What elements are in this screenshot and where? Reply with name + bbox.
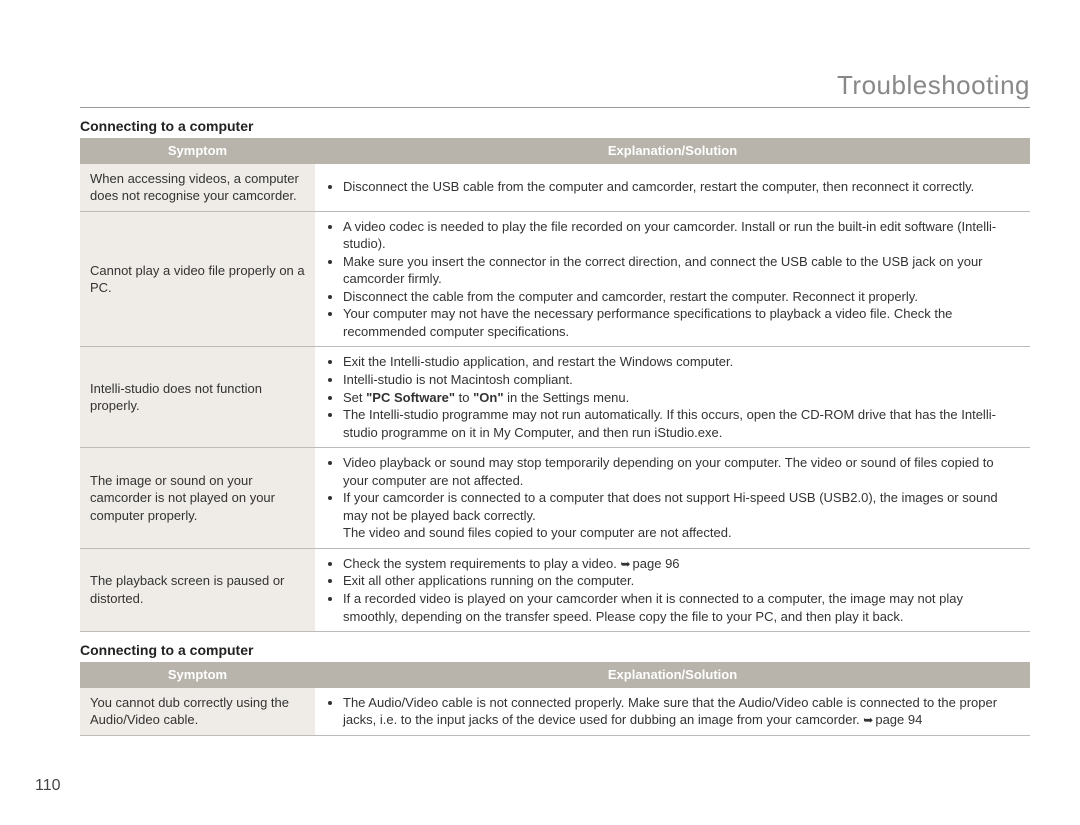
bullet: Exit all other applications running on t… [343, 572, 1020, 590]
bullet: Intelli-studio is not Macintosh complian… [343, 371, 1020, 389]
solution-cell: Video playback or sound may stop tempora… [315, 448, 1030, 549]
table-row: The image or sound on your camcorder is … [80, 448, 1030, 549]
solution-cell: Check the system requirements to play a … [315, 548, 1030, 631]
troubleshooting-table-2: Symptom Explanation/Solution You cannot … [80, 662, 1030, 736]
bullet: Check the system requirements to play a … [343, 555, 1020, 573]
troubleshooting-table-1: Symptom Explanation/Solution When access… [80, 138, 1030, 632]
bullet: Disconnect the USB cable from the comput… [343, 178, 1020, 196]
page-ref: page 94 [875, 712, 922, 727]
symptom-cell: You cannot dub correctly using the Audio… [80, 688, 315, 736]
table-row: The playback screen is paused or distort… [80, 548, 1030, 631]
symptom-cell: Intelli-studio does not function properl… [80, 347, 315, 448]
chapter-title: Troubleshooting [80, 70, 1030, 101]
bullet: Make sure you insert the connector in th… [343, 253, 1020, 288]
bullet: If a recorded video is played on your ca… [343, 590, 1020, 625]
text: Check the system requirements to play a … [343, 556, 620, 571]
section-heading-2: Connecting to a computer [80, 642, 1030, 658]
bullet: The Audio/Video cable is not connected p… [343, 694, 1020, 729]
bullet: A video codec is needed to play the file… [343, 218, 1020, 253]
solution-cell: Exit the Intelli-studio application, and… [315, 347, 1030, 448]
title-rule [80, 107, 1030, 108]
symptom-cell: When accessing videos, a computer does n… [80, 164, 315, 212]
symptom-cell: Cannot play a video file properly on a P… [80, 211, 315, 347]
col-symptom-header: Symptom [80, 138, 315, 164]
symptom-cell: The playback screen is paused or distort… [80, 548, 315, 631]
table-row: Intelli-studio does not function properl… [80, 347, 1030, 448]
manual-page: Troubleshooting Connecting to a computer… [0, 0, 1080, 825]
bullet: If your camcorder is connected to a comp… [343, 489, 1020, 524]
col-solution-header: Explanation/Solution [315, 662, 1030, 688]
solution-cell: Disconnect the USB cable from the comput… [315, 164, 1030, 212]
table-row: You cannot dub correctly using the Audio… [80, 688, 1030, 736]
bold-text: "On" [473, 390, 503, 405]
tail-text: The video and sound files copied to your… [325, 524, 1020, 542]
page-ref: page 96 [633, 556, 680, 571]
bullet: Video playback or sound may stop tempora… [343, 454, 1020, 489]
solution-cell: The Audio/Video cable is not connected p… [315, 688, 1030, 736]
solution-cell: A video codec is needed to play the file… [315, 211, 1030, 347]
arrow-icon [863, 712, 875, 727]
text: Set [343, 390, 366, 405]
symptom-cell: The image or sound on your camcorder is … [80, 448, 315, 549]
bold-text: "PC Software" [366, 390, 455, 405]
text: in the Settings menu. [504, 390, 630, 405]
text: to [455, 390, 473, 405]
page-number: 110 [35, 777, 61, 795]
table-row: Cannot play a video file properly on a P… [80, 211, 1030, 347]
col-solution-header: Explanation/Solution [315, 138, 1030, 164]
bullet: Disconnect the cable from the computer a… [343, 288, 1020, 306]
table-row: When accessing videos, a computer does n… [80, 164, 1030, 212]
bullet: Your computer may not have the necessary… [343, 305, 1020, 340]
arrow-icon [620, 556, 632, 571]
bullet: Exit the Intelli-studio application, and… [343, 353, 1020, 371]
col-symptom-header: Symptom [80, 662, 315, 688]
bullet: The Intelli-studio programme may not run… [343, 406, 1020, 441]
section-heading-1: Connecting to a computer [80, 118, 1030, 134]
bullet: Set "PC Software" to "On" in the Setting… [343, 389, 1020, 407]
